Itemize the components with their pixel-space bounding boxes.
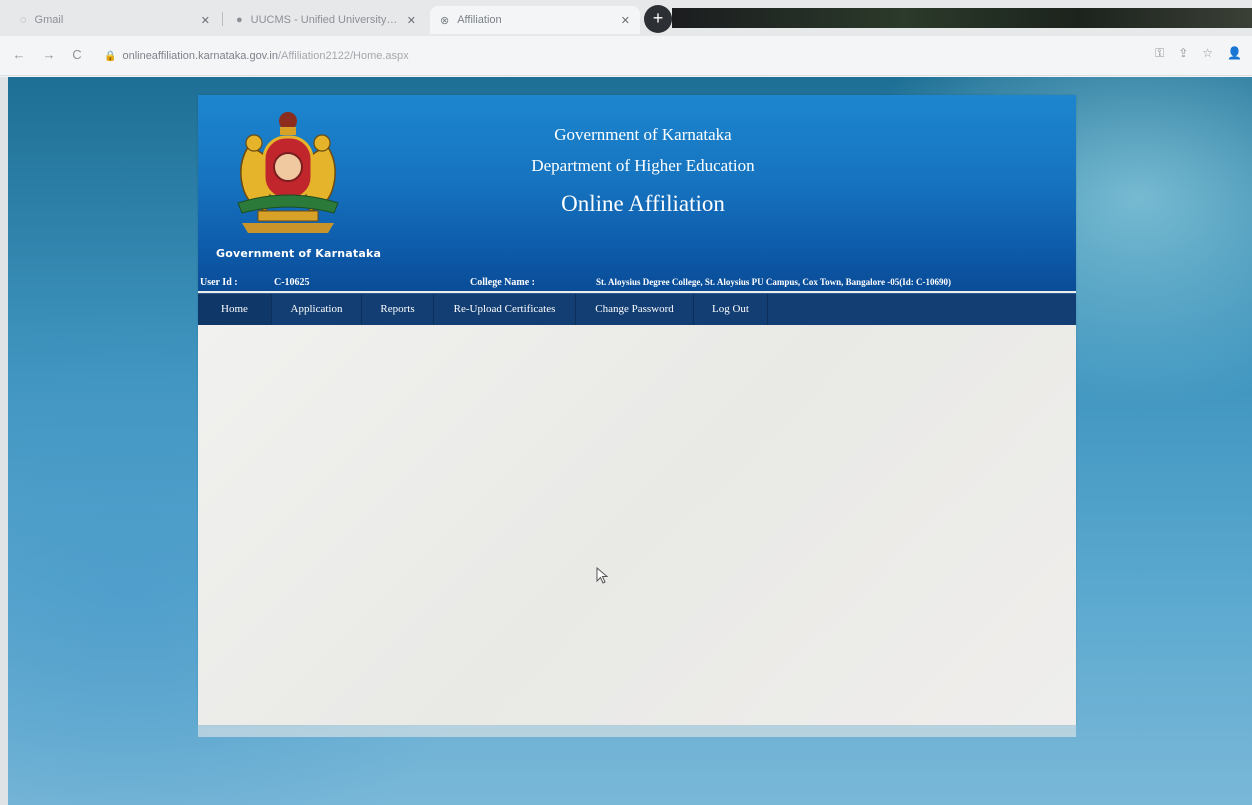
- college-name-value: St. Aloysius Degree College, St. Aloysiu…: [596, 277, 951, 287]
- tab-title: UUCMS - Unified University Col: [250, 14, 399, 26]
- department-title: Department of Higher Education: [531, 156, 755, 175]
- tab-uucms[interactable]: ● UUCMS - Unified University Col ✕: [226, 6, 426, 34]
- page-bottom-edge: [198, 725, 1076, 737]
- favicon-icon: ●: [236, 14, 243, 26]
- profile-icon[interactable]: 👤: [1227, 46, 1242, 61]
- url-field[interactable]: 🔒 onlineaffiliation.karnataka.gov.in/Aff…: [104, 46, 409, 66]
- nav-reupload-certificates[interactable]: Re-Upload Certificates: [434, 294, 576, 325]
- nav-application[interactable]: Application: [272, 294, 362, 325]
- header-titles: Government of Karnataka Department of Hi…: [458, 123, 828, 219]
- nav-reports[interactable]: Reports: [362, 294, 434, 325]
- tab-separator: [222, 12, 223, 26]
- nav-home[interactable]: Home: [198, 294, 272, 325]
- tab-affiliation[interactable]: ⊗ Affiliation ✕: [430, 6, 640, 34]
- reload-icon[interactable]: C: [68, 46, 86, 64]
- main-nav: Home Application Reports Re-Upload Certi…: [198, 293, 1076, 325]
- user-id-value: C-10625: [274, 277, 310, 288]
- url-path: /Affiliation2122/Home.aspx: [277, 50, 409, 62]
- nav-log-out[interactable]: Log Out: [694, 294, 768, 325]
- emblem-caption: Government of Karnataka: [216, 247, 382, 260]
- main-content: [198, 325, 1076, 725]
- college-name-label: College Name :: [470, 277, 535, 288]
- page-header: Government of Karnataka Government of Ka…: [198, 95, 1076, 291]
- user-id-label: User Id :: [200, 277, 238, 288]
- share-icon[interactable]: ⇪: [1178, 46, 1188, 61]
- address-bar: ← → C 🔒 onlineaffiliation.karnataka.gov.…: [0, 36, 1252, 76]
- tab-title: Gmail: [34, 14, 64, 26]
- page-title: Online Affiliation: [561, 191, 725, 216]
- forward-icon[interactable]: →: [40, 46, 58, 64]
- tab-gmail[interactable]: ◌ Gmail ✕: [10, 6, 220, 34]
- browser-tab-bar: ◌ Gmail ✕ ● UUCMS - Unified University C…: [0, 0, 1252, 36]
- karnataka-emblem-icon: [237, 112, 339, 233]
- address-bar-actions: ⚿ ⇪ ☆ 👤: [1155, 46, 1242, 61]
- window-edge: [0, 77, 8, 805]
- new-tab-button[interactable]: +: [644, 5, 672, 33]
- globe-icon: ⊗: [440, 14, 450, 27]
- close-icon[interactable]: ✕: [201, 14, 210, 27]
- close-icon[interactable]: ✕: [621, 14, 630, 27]
- gmail-icon: ◌: [20, 14, 27, 26]
- url-host: onlineaffiliation.karnataka.gov.in: [122, 50, 278, 62]
- nav-change-password[interactable]: Change Password: [576, 294, 694, 325]
- lock-icon: 🔒: [104, 50, 117, 62]
- user-info-row: User Id : C-10625 College Name : St. Alo…: [198, 273, 1076, 293]
- tab-title: Affiliation: [457, 14, 502, 26]
- affiliation-page: Government of Karnataka Government of Ka…: [198, 95, 1076, 725]
- mouse-cursor-icon: [596, 567, 609, 584]
- window-background-strip: [672, 8, 1252, 28]
- back-icon[interactable]: ←: [10, 46, 28, 64]
- key-icon[interactable]: ⚿: [1155, 46, 1164, 61]
- star-icon[interactable]: ☆: [1202, 46, 1213, 61]
- close-icon[interactable]: ✕: [407, 14, 416, 27]
- government-title: Government of Karnataka: [554, 125, 732, 144]
